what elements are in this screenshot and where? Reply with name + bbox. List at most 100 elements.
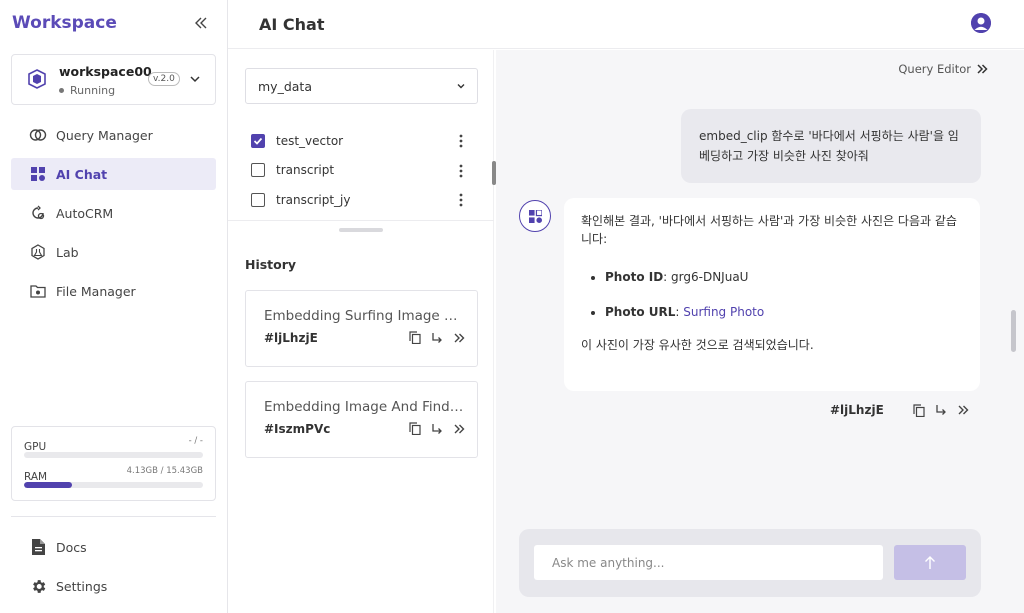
app-brand: Workspace <box>12 13 117 33</box>
history-item[interactable]: Embedding Image And Find Similar #IszmPV… <box>245 381 478 458</box>
double-chevron-left-icon <box>195 17 207 29</box>
database-select[interactable]: my_data <box>245 68 478 104</box>
panel-resize-handle[interactable] <box>228 220 494 234</box>
list-item: test_vector <box>245 126 478 156</box>
bot-message-actions <box>913 403 970 417</box>
gpu-bar <box>24 452 203 458</box>
ai-chat-icon <box>528 209 542 223</box>
kebab-menu-icon[interactable] <box>458 134 464 148</box>
bot-avatar <box>519 200 551 232</box>
avatar[interactable] <box>971 13 991 33</box>
chat-panel: Query Editor embed_clip 함수로 '바다에서 서핑하는 사… <box>496 50 1024 613</box>
history-item[interactable]: Embedding Surfing Image and Find Similar… <box>245 290 478 367</box>
sidebar-item-label: AI Chat <box>56 166 108 182</box>
gpu-value: - / - <box>188 436 203 446</box>
query-editor-link[interactable]: Query Editor <box>898 62 988 76</box>
table-name: test_vector <box>276 133 344 148</box>
resize-grip[interactable] <box>339 228 383 232</box>
query-editor-label: Query Editor <box>898 62 971 76</box>
chat-scrollbar[interactable] <box>1011 310 1016 352</box>
history-item-actions <box>408 422 465 435</box>
history-item-id: #IszmPVc <box>264 422 331 436</box>
workspace-icon <box>28 69 46 89</box>
workspace-status-text: Running <box>70 84 116 97</box>
kebab-menu-icon[interactable] <box>458 164 464 178</box>
table-checkbox[interactable] <box>251 163 265 178</box>
chevron-down-icon <box>457 84 465 89</box>
sidebar-item-label: Docs <box>56 539 87 555</box>
gpu-usage: GPU - / - <box>24 435 203 465</box>
ai-chat-icon <box>29 165 47 183</box>
status-dot-icon <box>59 88 64 93</box>
history-item-title: Embedding Surfing Image and Find Similar <box>264 308 464 324</box>
ram-usage: RAM 4.13GB / 15.43GB <box>24 465 203 495</box>
sidebar-item-autocrm[interactable]: AutoCRM <box>11 197 216 229</box>
copy-icon[interactable] <box>408 422 421 435</box>
photo-url-link[interactable]: Surfing Photo <box>683 305 764 319</box>
user-avatar-icon <box>971 13 991 33</box>
photo-url-label: Photo URL <box>605 305 676 319</box>
sidebar-bottom-nav: Docs Settings <box>11 531 216 609</box>
chat-input[interactable] <box>534 545 883 580</box>
user-message: embed_clip 함수로 '바다에서 서핑하는 사람'을 임베딩하고 가장 … <box>681 109 981 183</box>
bot-message-outro: 이 사진이 가장 유사한 것으로 검색되었습니다. <box>581 338 814 352</box>
sidebar-item-settings[interactable]: Settings <box>11 570 216 602</box>
chat-composer <box>519 529 981 597</box>
history-item-actions <box>408 331 465 344</box>
sidebar-item-label: Lab <box>56 244 79 260</box>
collapse-sidebar-button[interactable] <box>190 12 212 34</box>
sidebar: Workspace workspace00 Running v.2.0 Quer… <box>0 0 228 613</box>
list-item: Photo URL: Surfing Photo <box>605 303 963 321</box>
photo-id-value: grg6-DNJuaU <box>671 270 749 284</box>
reply-arrow-icon[interactable] <box>935 404 948 417</box>
list-item: transcript_jy <box>245 185 478 215</box>
sidebar-item-file-manager[interactable]: File Manager <box>11 275 216 307</box>
double-chevron-right-icon[interactable] <box>452 331 465 344</box>
docs-icon <box>29 538 47 556</box>
reply-arrow-icon[interactable] <box>430 331 443 344</box>
chevron-down-icon <box>190 76 200 83</box>
copy-icon[interactable] <box>913 403 926 417</box>
double-chevron-right-icon[interactable] <box>957 404 970 417</box>
sidebar-item-docs[interactable]: Docs <box>11 531 216 563</box>
sidebar-item-query-manager[interactable]: Query Manager <box>11 119 216 151</box>
table-checkbox[interactable] <box>251 192 265 207</box>
send-button[interactable] <box>894 545 966 580</box>
bot-message-intro: 확인해본 결과, '바다에서 서핑하는 사람'과 가장 비슷한 사진은 다음과 … <box>581 214 957 246</box>
history-item-id: #ljLhzjE <box>264 331 318 345</box>
header: AI Chat <box>228 0 1024 49</box>
table-checkbox[interactable] <box>251 133 265 148</box>
double-chevron-right-icon[interactable] <box>452 422 465 435</box>
sidebar-item-label: Query Manager <box>56 127 153 143</box>
history-title: History <box>245 257 297 272</box>
sidebar-item-ai-chat[interactable]: AI Chat <box>11 158 216 190</box>
reply-arrow-icon[interactable] <box>430 422 443 435</box>
ram-bar-fill <box>24 482 73 488</box>
gear-icon <box>29 577 47 595</box>
copy-icon[interactable] <box>408 331 421 344</box>
list-item: transcript <box>245 156 478 186</box>
sidebar-item-label: File Manager <box>56 283 136 299</box>
file-manager-icon <box>29 282 47 300</box>
sidebar-item-lab[interactable]: Lab <box>11 236 216 268</box>
sidebar-item-label: AutoCRM <box>56 205 114 221</box>
page-title: AI Chat <box>259 15 325 34</box>
query-manager-icon <box>29 126 47 144</box>
ram-value: 4.13GB / 15.43GB <box>126 466 203 476</box>
workspace-selector[interactable]: workspace00 Running v.2.0 <box>11 54 216 105</box>
bot-result-list: Photo ID: grg6-DNJuaU Photo URL: Surfing… <box>581 268 963 321</box>
bot-message-meta: #ljLhzjE <box>830 403 970 417</box>
ram-bar <box>24 482 203 488</box>
kebab-menu-icon[interactable] <box>458 193 464 207</box>
autocrm-icon <box>29 204 47 222</box>
table-name: transcript_jy <box>276 192 351 207</box>
history-item-title: Embedding Image And Find Similar <box>264 399 464 415</box>
bot-message: 확인해본 결과, '바다에서 서핑하는 사람'과 가장 비슷한 사진은 다음과 … <box>564 198 980 391</box>
sidebar-divider <box>11 516 216 517</box>
lab-icon <box>29 243 47 261</box>
workspace-status: Running <box>59 84 115 97</box>
double-chevron-right-icon <box>977 64 988 74</box>
version-badge: v.2.0 <box>148 72 180 86</box>
photo-id-label: Photo ID <box>605 270 664 284</box>
resource-monitor: GPU - / - RAM 4.13GB / 15.43GB <box>11 426 216 501</box>
